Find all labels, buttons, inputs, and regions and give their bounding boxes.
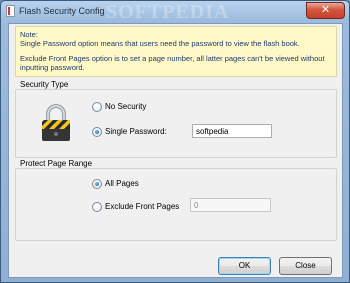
exclude-front-pages-radio[interactable] xyxy=(92,202,102,212)
close-icon: ✕ xyxy=(320,4,331,16)
exclude-front-pages-label[interactable]: Exclude Front Pages xyxy=(105,202,179,211)
dialog-window: Flash Security Config SOFTPEDIA ✕ Note: … xyxy=(0,0,350,283)
note-line-2: Exclude Front Pages option is to set a p… xyxy=(20,54,325,72)
all-pages-label[interactable]: All Pages xyxy=(105,179,139,188)
all-pages-radio[interactable] xyxy=(92,179,102,189)
padlock-icon xyxy=(42,104,70,141)
window-close-button[interactable]: ✕ xyxy=(306,2,345,19)
single-password-label[interactable]: Single Password: xyxy=(105,127,167,136)
single-password-radio[interactable] xyxy=(92,127,102,137)
dialog-body: Note: Single Password option means that … xyxy=(8,23,343,278)
no-security-radio[interactable] xyxy=(92,102,102,112)
protect-range-title: Protect Page Range xyxy=(19,159,94,168)
watermark: SOFTPEDIA xyxy=(106,1,230,23)
title-bar[interactable]: Flash Security Config SOFTPEDIA ✕ xyxy=(1,1,349,23)
window-title: Flash Security Config xyxy=(19,6,105,16)
note-line-1: Single Password option means that users … xyxy=(20,39,300,48)
security-type-title: Security Type xyxy=(19,80,70,89)
password-input[interactable]: softpedia xyxy=(192,124,272,138)
app-icon xyxy=(6,5,15,17)
note-heading: Note: xyxy=(20,30,38,39)
note-panel: Note: Single Password option means that … xyxy=(15,26,337,77)
ok-button[interactable]: OK xyxy=(218,257,271,275)
front-pages-input[interactable]: 0 xyxy=(190,198,271,212)
close-button[interactable]: Close xyxy=(279,257,332,275)
no-security-label[interactable]: No Security xyxy=(105,102,146,111)
